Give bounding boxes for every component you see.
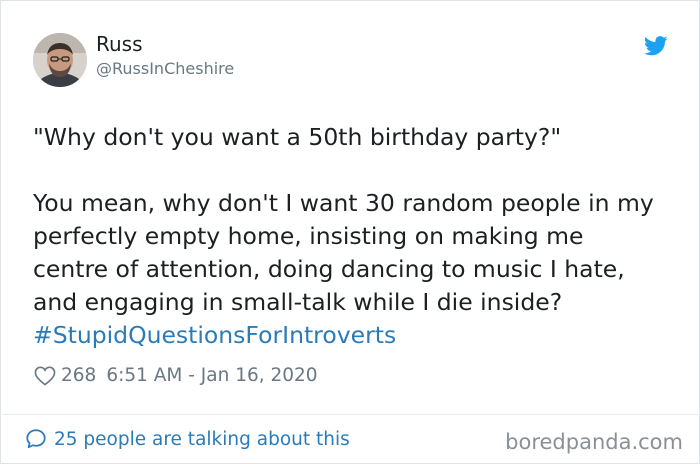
like-count[interactable]: 268 (61, 365, 96, 386)
hashtag-link[interactable]: #StupidQuestionsForIntroverts (33, 319, 683, 352)
tweet-line: perfectly empty home, insisting on makin… (33, 222, 584, 250)
tweet-card: Russ @RussInCheshire "Why don't you want… (0, 0, 700, 464)
avatar-photo-icon (33, 33, 87, 87)
heart-icon[interactable] (34, 366, 56, 386)
speech-bubble-icon (26, 429, 46, 449)
user-handle[interactable]: @RussInCheshire (96, 59, 234, 78)
divider (2, 414, 700, 415)
tweet-line: "Why don't you want a 50th birthday part… (33, 123, 562, 151)
conversation-label: 25 people are talking about this (54, 428, 350, 450)
user-name[interactable]: Russ (96, 32, 143, 56)
tweet-line: centre of attention, doing dancing to mu… (33, 255, 625, 283)
tweet-line: and engaging in small-talk while I die i… (33, 288, 563, 316)
conversation-link[interactable]: 25 people are talking about this (25, 428, 350, 450)
tweet-text: "Why don't you want a 50th birthday part… (33, 121, 683, 352)
tweet-meta: 268 6:51 AM - Jan 16, 2020 (34, 365, 318, 386)
twitter-bird-icon[interactable] (644, 35, 668, 57)
watermark: boredpanda.com (505, 430, 683, 454)
tweet-line: You mean, why don't I want 30 random peo… (33, 189, 654, 217)
avatar[interactable] (33, 33, 87, 87)
tweet-timestamp[interactable]: 6:51 AM - Jan 16, 2020 (106, 365, 317, 386)
